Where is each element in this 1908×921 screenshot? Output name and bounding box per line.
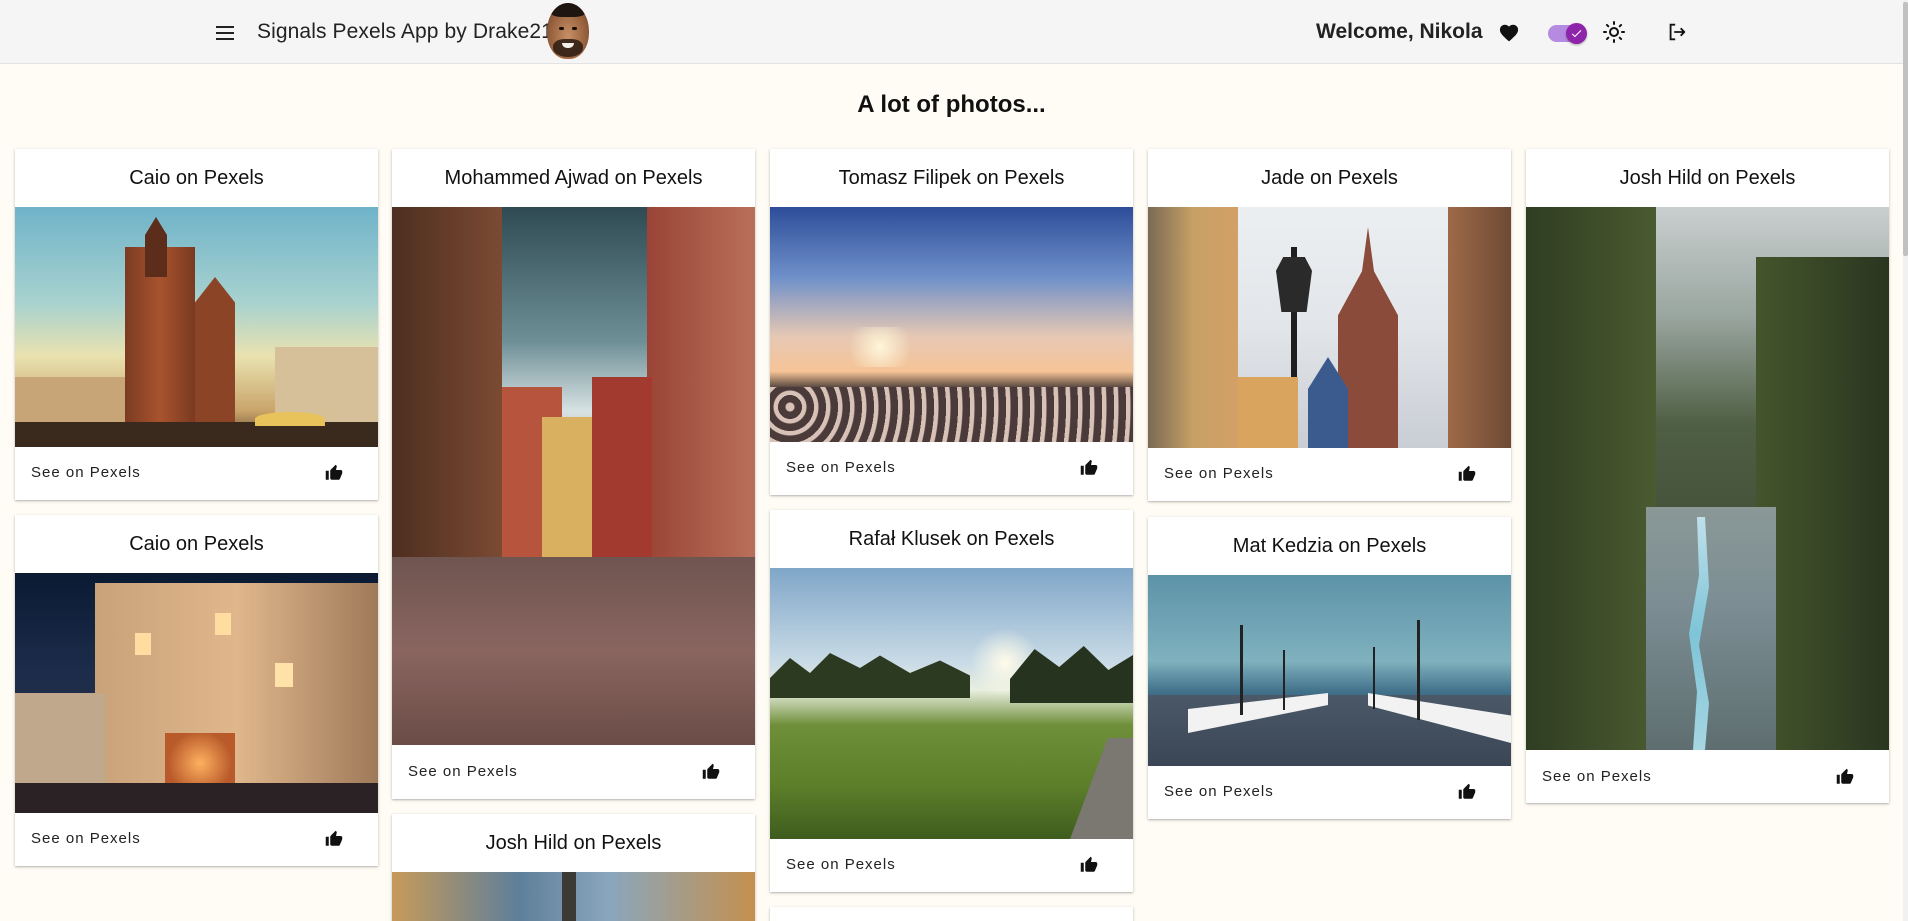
heart-icon [1499, 24, 1519, 42]
welcome-text: Welcome, Nikola [1316, 20, 1483, 43]
favorites-button[interactable] [1493, 16, 1525, 48]
thumb-up-icon [1836, 768, 1854, 784]
see-on-pexels-link[interactable]: See on Pexels [786, 459, 896, 476]
see-on-pexels-link[interactable]: See on Pexels [1164, 465, 1274, 482]
thumb-up-icon [702, 763, 720, 779]
see-on-pexels-link[interactable]: See on Pexels [786, 856, 896, 873]
like-button[interactable] [697, 758, 725, 786]
like-button[interactable] [1075, 851, 1103, 879]
card-title: Caio on Pexels [129, 532, 264, 555]
see-on-pexels-link[interactable]: See on Pexels [31, 830, 141, 847]
photo-card: Tomasz Filipek on Pexels See on Pexels [770, 149, 1133, 495]
card-title: Josh Hild on Pexels [1619, 166, 1796, 189]
photo-card: Jade on Pexels See on Pexels [1148, 149, 1511, 501]
photo-image[interactable] [15, 573, 378, 813]
thumb-up-icon [1458, 783, 1476, 799]
see-on-pexels-link[interactable]: See on Pexels [31, 464, 141, 481]
like-button[interactable] [1453, 460, 1481, 488]
thumb-up-icon [1458, 465, 1476, 481]
see-on-pexels-link[interactable]: See on Pexels [408, 763, 518, 780]
photo-card: Mohammed Ajwad on Pexels See on Pexels [392, 149, 755, 799]
card-title: Mohammed Ajwad on Pexels [444, 166, 703, 189]
light-mode-button[interactable] [1598, 16, 1630, 48]
thumb-up-icon [1080, 856, 1098, 872]
page-heading: A lot of photos... [857, 91, 1046, 118]
logout-button[interactable] [1661, 16, 1693, 48]
menu-button[interactable] [209, 18, 241, 48]
like-button[interactable] [320, 825, 348, 853]
card-title: Rafał Klusek on Pexels [848, 527, 1055, 550]
like-button[interactable] [1831, 763, 1859, 791]
sun-icon [1603, 21, 1625, 43]
photo-image[interactable] [1526, 207, 1889, 750]
photo-image[interactable] [1148, 207, 1511, 448]
thumb-up-icon [1080, 459, 1098, 475]
photo-image[interactable] [392, 872, 755, 921]
photo-image[interactable] [770, 207, 1133, 442]
like-button[interactable] [1453, 778, 1481, 806]
photo-card: Caio on Pexels See on Pexels [15, 515, 378, 866]
photo-card: Josh Hild on Pexels [392, 814, 755, 921]
photo-image[interactable] [392, 207, 755, 745]
photo-image[interactable] [770, 568, 1133, 839]
thumb-up-icon [325, 830, 343, 846]
avatar [547, 3, 589, 59]
photo-image[interactable] [15, 207, 378, 447]
scrollbar-thumb[interactable] [1903, 2, 1908, 256]
photo-card [770, 907, 1133, 921]
card-title: Jade on Pexels [1261, 166, 1398, 189]
scrollbar[interactable] [1903, 0, 1908, 921]
photo-card: Caio on Pexels See on Pexels [15, 149, 378, 500]
like-button[interactable] [320, 459, 348, 487]
card-title: Josh Hild on Pexels [485, 831, 662, 854]
photo-card: Mat Kedzia on Pexels See on Pexels [1148, 517, 1511, 819]
toggle-check-icon [1566, 23, 1587, 44]
like-button[interactable] [1075, 454, 1103, 482]
app-header: Signals Pexels App by Drake21 Welcome, N… [0, 0, 1908, 64]
photo-image[interactable] [1148, 575, 1511, 766]
thumb-up-icon [325, 464, 343, 480]
card-title: Caio on Pexels [129, 166, 264, 189]
logout-icon [1669, 23, 1686, 41]
photo-card: Rafał Klusek on Pexels See on Pexels [770, 510, 1133, 892]
app-title: Signals Pexels App by Drake21 [257, 20, 553, 43]
photo-card: Josh Hild on Pexels See on Pexels [1526, 149, 1889, 803]
theme-toggle[interactable] [1548, 23, 1587, 44]
menu-icon [216, 26, 234, 28]
card-title: Mat Kedzia on Pexels [1232, 534, 1427, 557]
card-title: Tomasz Filipek on Pexels [838, 166, 1065, 189]
see-on-pexels-link[interactable]: See on Pexels [1542, 768, 1652, 785]
see-on-pexels-link[interactable]: See on Pexels [1164, 783, 1274, 800]
